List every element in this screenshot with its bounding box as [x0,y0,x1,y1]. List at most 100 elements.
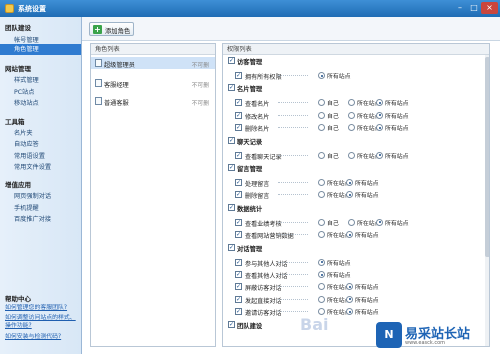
radio-icon[interactable] [318,111,325,119]
radio-icon[interactable] [318,72,325,79]
radio-icon[interactable] [318,99,325,107]
scope-radio[interactable]: 所有站点 [376,111,409,120]
radio-icon[interactable] [318,295,325,303]
role-row-super-admin[interactable]: 超级管理员 不可删 [91,57,215,69]
checkbox[interactable]: ✓ [228,57,235,64]
permission-item[interactable]: ✓ 参与其他人对话 所有站点 [226,257,483,268]
help-link-style[interactable]: 如何调整访问站点的样式、操作功能? [5,314,81,330]
permission-category[interactable]: ✓ 访客管理 [226,56,483,66]
checkbox[interactable]: ✓ [235,231,242,239]
checkbox[interactable]: ✓ [228,320,235,328]
checkbox[interactable]: ✓ [228,243,235,251]
radio-icon[interactable] [346,191,353,199]
checkbox[interactable]: ✓ [228,136,235,144]
scope-radio[interactable]: 所有站点 [346,178,379,187]
radio-icon[interactable] [318,231,325,239]
checkbox[interactable]: ✓ [228,203,235,211]
radio-icon[interactable] [346,179,353,186]
scope-radio[interactable]: 所有站点 [346,282,379,291]
scope-radio[interactable]: 所有站点 [346,190,379,199]
scope-radio[interactable]: 所有站点 [318,71,351,80]
scope-radio[interactable]: 所有站点 [376,151,409,160]
radio-icon[interactable] [348,151,355,159]
scrollbar[interactable] [485,55,489,346]
radio-icon[interactable] [318,191,325,199]
permission-item[interactable]: ✓ 邀请访客对话 所在站点 所有站点 [226,306,483,317]
scope-radio[interactable]: 所有站点 [376,123,409,132]
permission-item[interactable]: ✓ 拥有所有权限 所有站点 [226,70,483,81]
radio-icon[interactable] [318,218,325,226]
permission-item[interactable]: ✓ 发起直接对话 所在站点 所有站点 [226,294,483,305]
maximize-button[interactable]: □ [467,2,481,14]
permission-item[interactable]: ✓ 修改名片 自己 所在站点 所有站点 [226,110,483,121]
permission-item[interactable]: ✓ 删除留言 所在站点 所有站点 [226,189,483,200]
scope-radio[interactable]: 所有站点 [376,98,409,107]
radio-icon[interactable] [346,295,353,303]
radio-icon[interactable] [318,271,325,278]
radio-icon[interactable] [346,231,353,239]
radio-icon[interactable] [318,151,325,159]
close-button[interactable]: × [481,2,498,14]
checkbox[interactable]: ✓ [235,124,242,132]
sidebar-item-accounts[interactable]: 帐号管理 [14,35,39,44]
permission-category[interactable]: ✓ 对话管理 [226,243,483,253]
radio-icon[interactable] [348,218,355,226]
permission-item[interactable]: ✓ 删除名片 自己 所在站点 所有站点 [226,122,483,133]
radio-icon[interactable] [318,283,325,291]
role-row-manager[interactable]: 客服经理 不可删 [91,77,215,89]
radio-icon[interactable] [376,99,383,107]
sidebar-item-pc-site[interactable]: PC站点 [14,87,34,96]
scope-radio[interactable]: 自己 [318,123,339,132]
sidebar-item-auto-reply[interactable]: 自动应答 [14,139,39,148]
radio-icon[interactable] [376,111,383,119]
permission-category[interactable]: ✓ 数据统计 [226,203,483,213]
help-link-install[interactable]: 如何安装与检测代码? [5,333,81,341]
sidebar-item-styles[interactable]: 样式管理 [14,75,39,84]
checkbox[interactable]: ✓ [235,271,242,278]
permission-item[interactable]: ✓ 查看业绩考核 自己 所在站点 所有站点 [226,217,483,228]
checkbox[interactable]: ✓ [235,191,242,199]
scope-radio[interactable]: 自己 [318,218,339,227]
radio-icon[interactable] [348,99,355,107]
checkbox[interactable]: ✓ [235,111,242,119]
scope-radio[interactable]: 所有站点 [346,230,379,239]
scope-radio[interactable]: 所有站点 [318,258,351,267]
radio-icon[interactable] [318,124,325,132]
sidebar-item-force-chat[interactable]: 网页强制对话 [14,191,51,200]
radio-icon[interactable] [348,111,355,119]
radio-icon[interactable] [376,151,383,159]
radio-icon[interactable] [376,124,383,132]
help-link-team[interactable]: 如何管理您的客服团队? [5,304,81,312]
scope-radio[interactable]: 所有站点 [346,307,379,316]
minimize-button[interactable]: – [453,2,467,14]
role-row-agent[interactable]: 普通客服 不可删 [91,95,215,107]
checkbox[interactable]: ✓ [235,151,242,159]
radio-icon[interactable] [348,124,355,132]
radio-icon[interactable] [346,308,353,316]
checkbox[interactable]: ✓ [235,308,242,316]
sidebar-item-cards[interactable]: 名片夹 [14,128,33,137]
radio-icon[interactable] [346,283,353,291]
checkbox[interactable]: ✓ [228,84,235,92]
permission-item[interactable]: ✓ 处理留言 所在站点 所有站点 [226,177,483,188]
checkbox[interactable]: ✓ [235,179,242,186]
sidebar-item-sms-alert[interactable]: 手机提醒 [14,203,39,212]
scope-radio[interactable]: 自己 [318,151,339,160]
scrollbar-thumb[interactable] [485,57,489,257]
scope-radio[interactable]: 所有站点 [346,295,379,304]
checkbox[interactable]: ✓ [235,218,242,226]
add-role-button[interactable]: + 添加角色 [89,22,134,36]
checkbox[interactable]: ✓ [235,99,242,107]
permission-item[interactable]: ✓ 查看名片 自己 所在站点 所有站点 [226,97,483,108]
radio-icon[interactable] [318,258,325,266]
checkbox[interactable]: ✓ [235,72,242,79]
radio-icon[interactable] [318,179,325,186]
radio-icon[interactable] [376,218,383,226]
scope-radio[interactable]: 所有站点 [376,218,409,227]
permission-item[interactable]: ✓ 查看其他人对话 所有站点 [226,269,483,280]
permission-category[interactable]: ✓ 名片管理 [226,83,483,93]
checkbox[interactable]: ✓ [235,295,242,303]
sidebar-item-files[interactable]: 常用文件设置 [14,162,51,171]
checkbox[interactable]: ✓ [235,283,242,291]
checkbox[interactable]: ✓ [228,164,235,171]
